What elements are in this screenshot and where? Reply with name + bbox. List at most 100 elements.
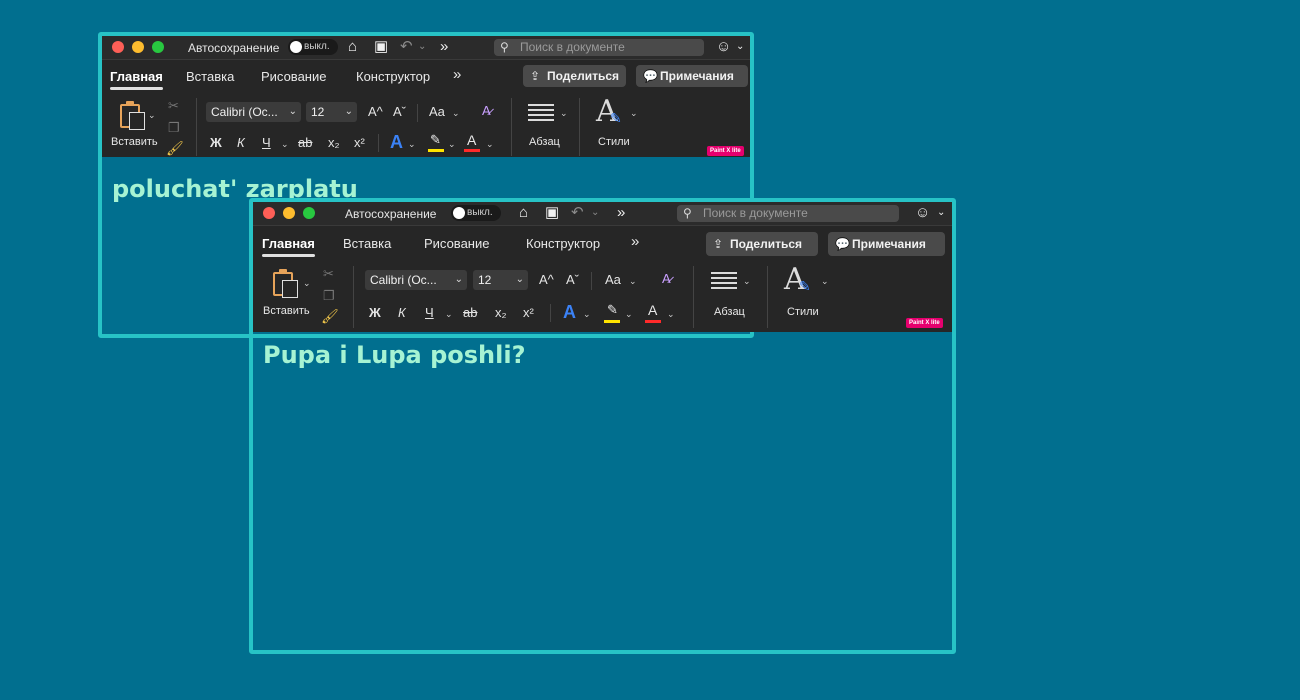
- grow-font-button[interactable]: A^: [368, 104, 383, 119]
- zoom-window-button[interactable]: [152, 41, 164, 53]
- tab-draw[interactable]: Рисование: [424, 236, 489, 251]
- share-button[interactable]: ⇪ Поделиться: [523, 65, 626, 87]
- strikethrough-button[interactable]: ab: [463, 305, 477, 320]
- styles-chevron-icon[interactable]: ⌄: [630, 108, 638, 119]
- copy-icon[interactable]: ❐: [323, 288, 335, 304]
- clipboard-icon[interactable]: [120, 101, 145, 130]
- copy-icon[interactable]: ❐: [168, 120, 180, 136]
- grow-font-button[interactable]: A^: [539, 272, 554, 287]
- shrink-font-button[interactable]: Aˇ: [393, 104, 406, 119]
- more-tabs-icon[interactable]: »: [631, 233, 639, 250]
- format-painter-icon[interactable]: 🖌: [166, 140, 184, 157]
- text-effects-chevron-icon[interactable]: ⌄: [583, 309, 591, 320]
- home-icon[interactable]: ⌂: [519, 204, 528, 222]
- minimize-window-button[interactable]: [283, 207, 295, 219]
- paste-chevron-icon[interactable]: ⌄: [148, 110, 156, 121]
- font-color-button[interactable]: A: [467, 132, 476, 148]
- search-input[interactable]: ⚲ Поиск в документе: [494, 39, 704, 56]
- underline-button[interactable]: Ч: [262, 135, 271, 150]
- paste-label[interactable]: Вставить: [263, 305, 310, 317]
- zoom-window-button[interactable]: [303, 207, 315, 219]
- text-effects-button[interactable]: A: [390, 132, 403, 153]
- tab-home[interactable]: Главная: [110, 69, 163, 90]
- more-tabs-icon[interactable]: »: [453, 66, 461, 83]
- comments-button[interactable]: 💬 Примечания: [828, 232, 945, 256]
- tab-home[interactable]: Главная: [262, 236, 315, 257]
- clear-formatting-icon[interactable]: A̷: [662, 271, 671, 286]
- underline-button[interactable]: Ч: [425, 305, 434, 320]
- paragraph-chevron-icon[interactable]: ⌄: [743, 276, 751, 287]
- save-icon[interactable]: ▣: [374, 38, 388, 56]
- save-icon[interactable]: ▣: [545, 204, 559, 222]
- paragraph-icon[interactable]: [711, 272, 737, 289]
- strikethrough-button[interactable]: ab: [298, 135, 312, 150]
- font-name-select[interactable]: Calibri (Ос... ⌄: [206, 102, 301, 122]
- tab-insert[interactable]: Вставка: [186, 69, 234, 84]
- close-window-button[interactable]: [112, 41, 124, 53]
- font-size-select[interactable]: 12 ⌄: [473, 270, 528, 290]
- highlight-chevron-icon[interactable]: ⌄: [448, 139, 456, 150]
- font-name-select[interactable]: Calibri (Ос... ⌄: [365, 270, 467, 290]
- comments-button[interactable]: 💬 Примечания: [636, 65, 748, 87]
- paste-chevron-icon[interactable]: ⌄: [303, 278, 311, 289]
- clipboard-icon[interactable]: [273, 269, 298, 298]
- autosave-toggle[interactable]: выкл.: [451, 205, 501, 221]
- undo-chevron-icon[interactable]: ⌄: [591, 204, 599, 222]
- styles-label[interactable]: Стили: [598, 136, 630, 148]
- superscript-button[interactable]: x²: [523, 305, 534, 320]
- clear-formatting-icon[interactable]: A̷: [482, 103, 491, 118]
- tab-insert[interactable]: Вставка: [343, 236, 391, 251]
- italic-button[interactable]: К: [237, 135, 245, 150]
- styles-chevron-icon[interactable]: ⌄: [821, 276, 829, 287]
- bold-button[interactable]: Ж: [369, 305, 381, 320]
- highlighter-icon[interactable]: ✎: [430, 132, 441, 148]
- tab-draw[interactable]: Рисование: [261, 69, 326, 84]
- font-size-select[interactable]: 12 ⌄: [306, 102, 357, 122]
- styles-label[interactable]: Стили: [787, 306, 819, 318]
- subscript-button[interactable]: x₂: [495, 305, 507, 320]
- minimize-window-button[interactable]: [132, 41, 144, 53]
- paragraph-icon[interactable]: [528, 104, 554, 121]
- highlighter-icon[interactable]: ✎: [607, 302, 618, 318]
- tab-design[interactable]: Конструктор: [526, 236, 600, 251]
- text-effects-chevron-icon[interactable]: ⌄: [408, 139, 416, 150]
- close-window-button[interactable]: [263, 207, 275, 219]
- change-case-button[interactable]: Aa: [605, 272, 621, 287]
- paragraph-chevron-icon[interactable]: ⌄: [560, 108, 568, 119]
- undo-icon[interactable]: ↶: [400, 38, 413, 56]
- italic-button[interactable]: К: [398, 305, 406, 320]
- underline-chevron-icon[interactable]: ⌄: [281, 139, 289, 150]
- autosave-toggle[interactable]: выкл.: [288, 39, 338, 55]
- shrink-font-button[interactable]: Aˇ: [566, 272, 579, 287]
- feedback-chevron-icon[interactable]: ⌄: [937, 204, 945, 222]
- tab-design[interactable]: Конструктор: [356, 69, 430, 84]
- undo-chevron-icon[interactable]: ⌄: [418, 38, 426, 56]
- font-color-button[interactable]: A: [648, 302, 657, 318]
- font-color-chevron-icon[interactable]: ⌄: [667, 309, 675, 320]
- paste-label[interactable]: Вставить: [111, 136, 158, 148]
- more-commands-icon[interactable]: »: [617, 204, 625, 222]
- feedback-smiley-icon[interactable]: ☺: [716, 38, 731, 55]
- more-commands-icon[interactable]: »: [440, 38, 448, 56]
- subscript-button[interactable]: x₂: [328, 135, 340, 150]
- bold-button[interactable]: Ж: [210, 135, 222, 150]
- format-painter-icon[interactable]: 🖌: [321, 308, 339, 325]
- change-case-chevron-icon[interactable]: ⌄: [629, 276, 637, 287]
- search-input[interactable]: ⚲ Поиск в документе: [677, 205, 899, 222]
- underline-chevron-icon[interactable]: ⌄: [445, 309, 453, 320]
- home-icon[interactable]: ⌂: [348, 38, 357, 56]
- paragraph-label[interactable]: Абзац: [714, 306, 745, 318]
- document-text[interactable]: Pupa i Lupa poshli?: [263, 341, 526, 369]
- undo-icon[interactable]: ↶: [571, 204, 584, 222]
- cut-icon[interactable]: ✂: [323, 266, 334, 282]
- font-color-chevron-icon[interactable]: ⌄: [486, 139, 494, 150]
- paragraph-label[interactable]: Абзац: [529, 136, 560, 148]
- cut-icon[interactable]: ✂: [168, 98, 179, 114]
- text-effects-button[interactable]: A: [563, 302, 576, 323]
- feedback-smiley-icon[interactable]: ☺: [915, 204, 930, 221]
- share-button[interactable]: ⇪ Поделиться: [706, 232, 818, 256]
- change-case-chevron-icon[interactable]: ⌄: [452, 108, 460, 119]
- highlight-chevron-icon[interactable]: ⌄: [625, 309, 633, 320]
- superscript-button[interactable]: x²: [354, 135, 365, 150]
- change-case-button[interactable]: Aa: [429, 104, 445, 119]
